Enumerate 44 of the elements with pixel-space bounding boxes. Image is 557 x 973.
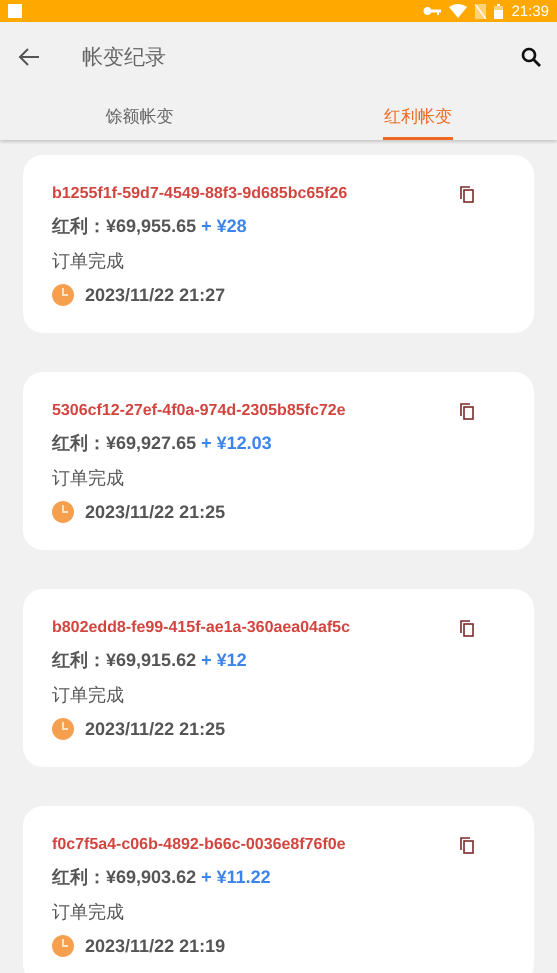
- copy-icon: [460, 186, 474, 202]
- notification-icon: [8, 4, 22, 18]
- order-status: 订单完成: [52, 467, 124, 490]
- record-time: 2023/11/22 21:27: [85, 284, 226, 306]
- copy-icon: [460, 402, 474, 420]
- copy-button[interactable]: [460, 836, 474, 854]
- bonus-balance: 红利：¥69,927.65: [52, 432, 196, 455]
- copy-icon: [460, 836, 474, 854]
- bonus-change: + ¥12: [201, 650, 247, 670]
- key-icon: [423, 6, 442, 16]
- search-button[interactable]: [519, 45, 543, 69]
- clock-icon: [52, 501, 74, 523]
- bonus-balance: 红利：¥69,955.65: [52, 215, 196, 238]
- page-title: 帐变纪录: [82, 44, 167, 71]
- record-time: 2023/11/22 21:19: [85, 936, 226, 956]
- order-status: 订单完成: [52, 901, 124, 924]
- bonus-balance: 红利：¥69,915.62: [52, 649, 196, 672]
- clock-icon: [52, 718, 74, 740]
- copy-icon: [460, 620, 474, 636]
- copy-button[interactable]: [460, 186, 474, 202]
- wifi-icon: [449, 4, 468, 18]
- copy-button[interactable]: [460, 402, 474, 420]
- record-time: 2023/11/22 21:25: [85, 718, 226, 740]
- order-status: 订单完成: [52, 250, 124, 273]
- clock-icon: [52, 284, 74, 306]
- record-time: 2023/11/22 21:25: [85, 502, 226, 522]
- order-status: 订单完成: [52, 684, 124, 707]
- order-id: b802edd8-fe99-415f-ae1a-360aea04af5c: [52, 619, 350, 637]
- tab[interactable]: 馀额帐变: [104, 92, 174, 140]
- bonus-change: + ¥11.22: [201, 866, 271, 888]
- order-id: 5306cf12-27ef-4f0a-974d-2305b85fc72e: [52, 402, 346, 420]
- bonus-change: + ¥28: [201, 216, 247, 236]
- clock-icon: [52, 935, 74, 957]
- bonus-change: + ¥12.03: [201, 432, 272, 454]
- order-id: b1255f1f-59d7-4549-88f3-9d685bc65f26: [52, 185, 348, 203]
- order-id: f0c7f5a4-c06b-4892-b66c-0036e8f76f0e: [52, 836, 346, 854]
- bonus-balance: 红利：¥69,903.62: [52, 866, 196, 889]
- tab[interactable]: 红利帐变: [382, 92, 453, 140]
- copy-button[interactable]: [460, 620, 474, 636]
- clock-time: 21:39: [511, 2, 549, 20]
- battery-icon: [494, 4, 504, 18]
- no-sim-icon: [475, 4, 486, 18]
- search-icon: [521, 47, 541, 67]
- back-arrow-icon: [18, 47, 40, 67]
